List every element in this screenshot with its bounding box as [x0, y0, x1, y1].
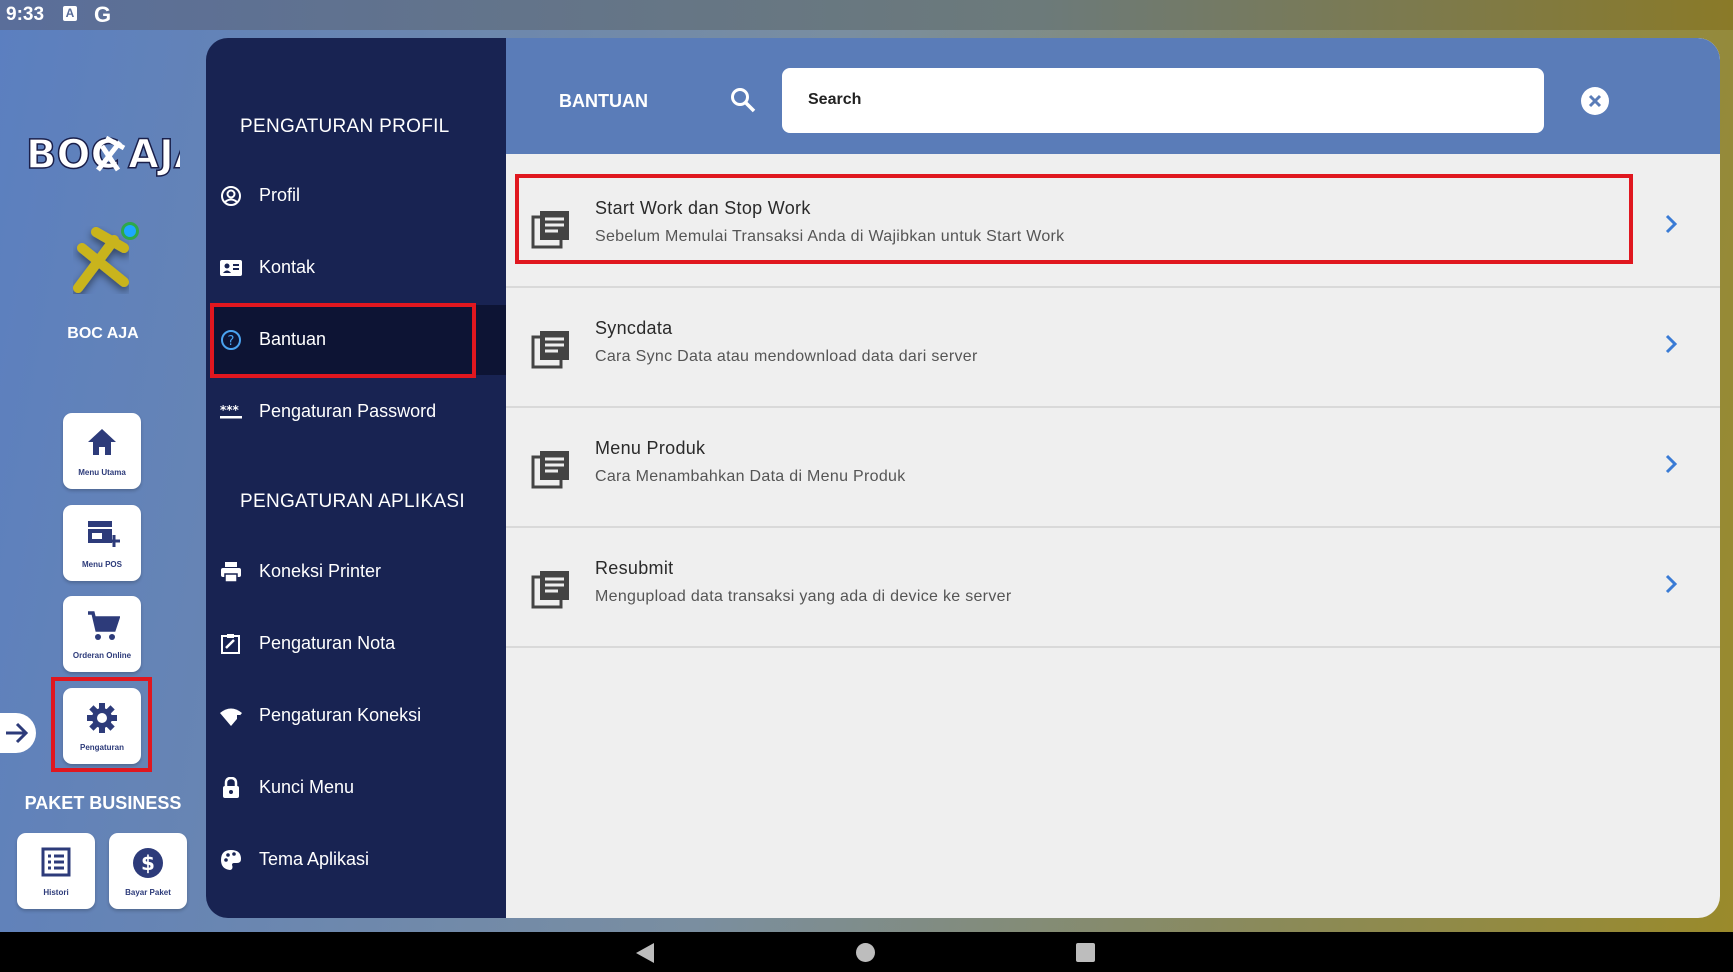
- nav-item-label: Kunci Menu: [259, 777, 355, 797]
- dollar-icon: $: [133, 848, 163, 878]
- nav-item-koneksi-printer[interactable]: Koneksi Printer: [206, 537, 506, 607]
- highlight-box-pengaturan: [51, 677, 152, 772]
- close-icon[interactable]: [1580, 86, 1610, 116]
- receipt-edit-icon: [221, 634, 240, 654]
- home-button-icon[interactable]: [856, 943, 875, 962]
- nav-item-pengaturan-password[interactable]: *** Pengaturan Password: [206, 377, 506, 447]
- chevron-right-icon: [1665, 214, 1678, 234]
- help-item-menu-produk[interactable]: Menu Produk Cara Menambahkan Data di Men…: [506, 408, 1720, 528]
- list-icon: [41, 847, 71, 877]
- status-time: 9:33: [6, 4, 45, 25]
- menu-utama-button[interactable]: Menu Utama: [63, 413, 141, 489]
- tile-label: Bayar Paket: [125, 888, 171, 897]
- tile-label: Histori: [43, 888, 69, 897]
- svg-text:***: ***: [220, 403, 240, 417]
- help-item-subtitle: Mengupload data transaksi yang ada di de…: [595, 588, 1012, 605]
- section-title-profil: PENGATURAN PROFIL: [240, 116, 450, 137]
- password-icon: ***: [220, 403, 242, 419]
- arrow-right-icon: [6, 722, 29, 744]
- settings-drawer: PENGATURAN PROFIL Profil Kontak ? Bantua…: [206, 38, 506, 918]
- section-title-aplikasi: PENGATURAN APLIKASI: [240, 491, 465, 512]
- nav-item-label: Pengaturan Koneksi: [259, 705, 422, 725]
- nav-item-profil[interactable]: Profil: [206, 161, 506, 231]
- nav-item-label: Koneksi Printer: [259, 561, 382, 581]
- bayar-paket-button[interactable]: $ Bayar Paket: [109, 833, 187, 909]
- document-list-icon: [531, 451, 569, 489]
- highlight-box-start-work: [515, 174, 1633, 264]
- nav-item-label: Kontak: [259, 257, 316, 277]
- user-name: BOC AJA: [67, 325, 139, 342]
- top-bar: BANTUAN Search: [506, 38, 1720, 154]
- wifi-alert-icon: [220, 708, 242, 726]
- search-placeholder: Search: [808, 91, 862, 108]
- search-input[interactable]: Search: [782, 68, 1544, 133]
- document-list-icon: [531, 571, 569, 609]
- store-add-icon: [88, 521, 120, 547]
- nav-item-label: Profil: [259, 185, 301, 205]
- chevron-right-icon: [1665, 454, 1678, 474]
- nav-item-kontak[interactable]: Kontak: [206, 233, 506, 303]
- logo-icon: BOC AJA: [25, 131, 205, 179]
- nav-item-tema-aplikasi[interactable]: Tema Aplikasi: [206, 825, 506, 895]
- svg-text:$: $: [141, 851, 155, 875]
- histori-button[interactable]: Histori: [17, 833, 95, 909]
- a-box-icon: A: [63, 6, 77, 21]
- app-logo: BOC AJA: [25, 126, 205, 180]
- printer-icon: [221, 562, 241, 583]
- chevron-right-icon: [1665, 574, 1678, 594]
- help-item-subtitle: Cara Menambahkan Data di Menu Produk: [595, 468, 906, 485]
- nav-item-label: Pengaturan Nota: [259, 633, 396, 653]
- tile-label: Orderan Online: [72, 651, 132, 660]
- contact-card-icon: [220, 260, 242, 276]
- home-icon: [88, 429, 116, 455]
- help-item-syncdata[interactable]: Syncdata Cara Sync Data atau mendownload…: [506, 288, 1720, 408]
- main-panel: BANTUAN Search Start Work dan Stop Work …: [506, 38, 1720, 918]
- nav-item-kunci-menu[interactable]: Kunci Menu: [206, 753, 506, 823]
- chevron-right-icon: [1665, 334, 1678, 354]
- nav-item-pengaturan-nota[interactable]: Pengaturan Nota: [206, 609, 506, 679]
- page-title: BANTUAN: [559, 91, 648, 111]
- highlight-box-bantuan: [210, 303, 476, 378]
- orderan-online-button[interactable]: Orderan Online: [63, 596, 141, 672]
- help-item-title: Menu Produk: [595, 438, 706, 458]
- nav-item-label: Pengaturan Password: [259, 401, 437, 421]
- search-icon[interactable]: [730, 87, 756, 113]
- tile-label: Menu POS: [81, 560, 122, 569]
- lock-icon: [223, 777, 239, 798]
- back-icon[interactable]: [636, 943, 654, 963]
- tile-label: Menu Utama: [78, 468, 126, 477]
- palette-icon: [221, 850, 241, 870]
- cart-icon: [88, 611, 120, 640]
- help-item-title: Syncdata: [595, 318, 673, 338]
- help-item-title: Resubmit: [595, 558, 674, 578]
- google-icon: G: [94, 2, 112, 27]
- menu-pos-button[interactable]: Menu POS: [63, 505, 141, 581]
- svg-text:AJA: AJA: [128, 132, 180, 178]
- help-item-resubmit[interactable]: Resubmit Mengupload data transaksi yang …: [506, 528, 1720, 648]
- nav-item-pengaturan-koneksi[interactable]: Pengaturan Koneksi: [206, 681, 506, 751]
- system-nav-bar: [0, 932, 1733, 972]
- nav-item-label: Tema Aplikasi: [259, 849, 370, 869]
- document-list-icon: [531, 331, 569, 369]
- help-item-subtitle: Cara Sync Data atau mendownload data dar…: [595, 348, 978, 365]
- online-status-dot: [121, 222, 139, 240]
- status-bar: 9:33 A G: [0, 0, 1733, 30]
- user-circle-icon: [221, 186, 241, 206]
- paket-section-label: PAKET BUSINESS: [24, 793, 182, 813]
- recents-icon[interactable]: [1076, 943, 1095, 962]
